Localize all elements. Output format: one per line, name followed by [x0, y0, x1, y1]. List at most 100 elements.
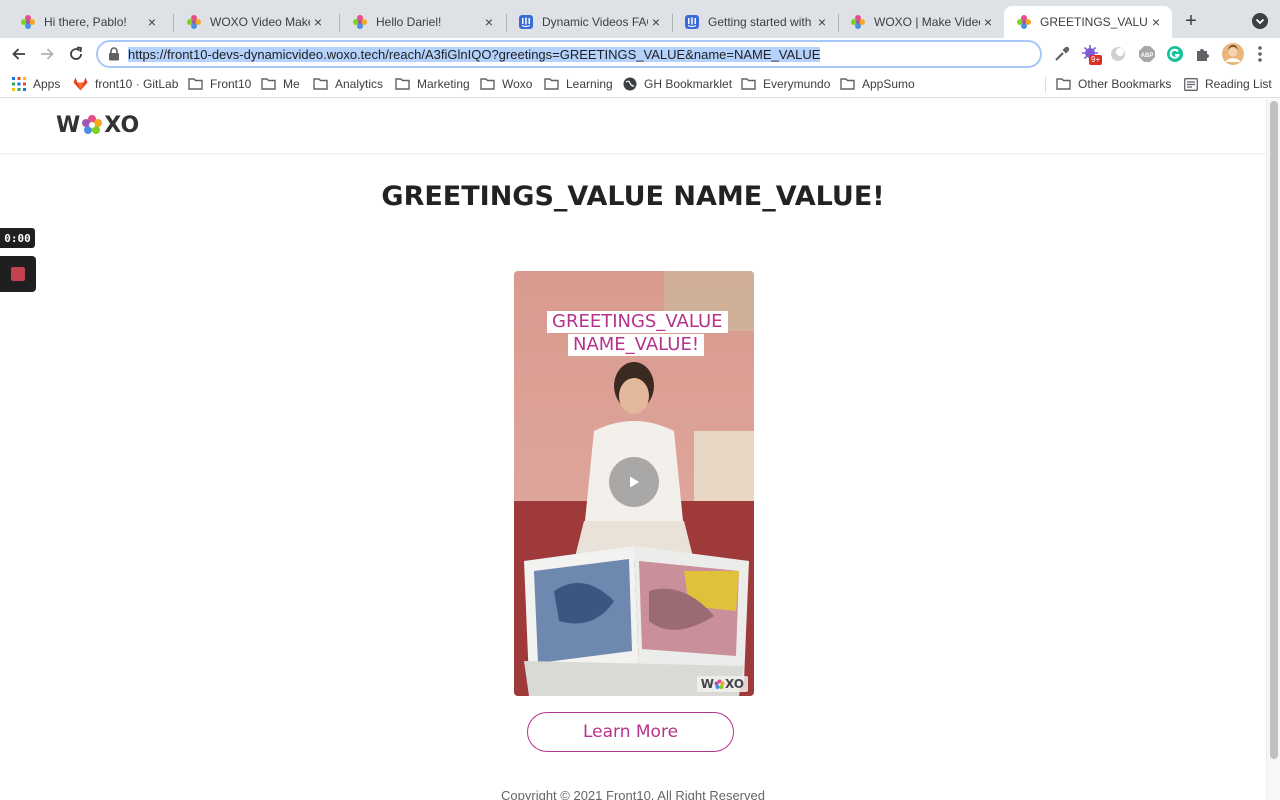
intercom-icon — [519, 15, 533, 29]
bookmark-front10[interactable]: Front10 — [188, 75, 251, 93]
intercom-icon — [685, 15, 699, 29]
watermark-text-right: XO — [724, 677, 744, 691]
logo-text-right: XO — [104, 112, 140, 138]
eyedropper-extension-icon[interactable] — [1053, 45, 1071, 63]
folder-icon — [313, 78, 328, 90]
bookmark-everymundo[interactable]: Everymundo — [741, 75, 830, 93]
page-title: GREETINGS_VALUE NAME_VALUE! — [381, 181, 885, 212]
bookmark-me[interactable]: Me — [261, 75, 300, 93]
bookmark-apps[interactable]: Apps — [12, 75, 60, 93]
tab-title: Hi there, Pablo! — [44, 15, 127, 29]
bookmark-label: AppSumo — [862, 77, 915, 91]
woxo-flower-icon — [1017, 15, 1031, 29]
extension-badge: 9+ — [1089, 55, 1103, 65]
folder-icon — [1056, 78, 1071, 90]
tab-dynamic-videos-faq[interactable]: Dynamic Videos FAQ × — [506, 6, 672, 38]
tab-strip: Hi there, Pablo! × WOXO Video Maker | × … — [0, 0, 1280, 38]
tab-woxo-make-videos[interactable]: WOXO | Make Videos × — [838, 6, 1004, 38]
browser-toolbar: https://front10-devs-dynamicvideo.woxo.t… — [0, 38, 1280, 70]
scrollbar-thumb[interactable] — [1270, 101, 1278, 759]
tab-woxo-video-maker[interactable]: WOXO Video Maker | × — [174, 6, 334, 38]
profile-avatar[interactable] — [1222, 43, 1244, 65]
bookmark-label: GH Bookmarklet — [644, 77, 733, 91]
close-tab-icon[interactable]: × — [980, 14, 996, 30]
bookmark-label: Me — [283, 77, 300, 91]
tab-greetings-active[interactable]: GREETINGS_VALUE N × — [1004, 6, 1172, 38]
close-tab-icon[interactable]: × — [481, 14, 497, 30]
forward-arrow-icon — [41, 48, 54, 60]
tab-search-icon[interactable] — [1250, 11, 1270, 31]
woxo-logo[interactable]: W XO — [56, 112, 139, 138]
apps-grid-icon — [12, 77, 26, 91]
bookmark-label: Learning — [566, 77, 613, 91]
bookmark-label: Front10 — [210, 77, 252, 91]
lock-icon[interactable] — [108, 47, 120, 61]
woxo-flower-icon — [714, 679, 725, 689]
bookmark-woxo[interactable]: Woxo — [480, 75, 532, 93]
folder-icon — [261, 78, 276, 90]
bookmark-analytics[interactable]: Analytics — [313, 75, 383, 93]
svg-text:ABP: ABP — [1141, 53, 1154, 59]
bookmark-other-bookmarks[interactable]: Other Bookmarks — [1056, 75, 1171, 93]
new-tab-button[interactable]: + — [1180, 10, 1202, 32]
bookmarks-divider — [1045, 77, 1046, 93]
gitlab-icon — [73, 77, 88, 91]
bookmark-label: Woxo — [502, 77, 533, 91]
grammarly-icon[interactable] — [1166, 45, 1184, 63]
bookmark-gitlab[interactable]: front10 · GitLab — [73, 75, 178, 93]
folder-icon — [741, 78, 756, 90]
footer-copyright: Copyright © 2021 Front10. All Right Rese… — [501, 788, 765, 800]
woxo-flower-icon — [851, 15, 865, 29]
bookmark-label: Reading List — [1205, 77, 1272, 91]
url-selection: https://front10-devs-dynamicvideo.woxo.t… — [128, 46, 821, 62]
back-button[interactable] — [7, 42, 31, 66]
tab-hi-there-pablo[interactable]: Hi there, Pablo! × — [8, 6, 168, 38]
tab-title: GREETINGS_VALUE N — [1040, 15, 1148, 29]
circle-extension-icon[interactable] — [1109, 45, 1127, 63]
close-tab-icon[interactable]: × — [648, 14, 664, 30]
folder-icon — [544, 78, 559, 90]
kebab-menu-icon[interactable] — [1252, 45, 1268, 63]
folder-icon — [840, 78, 855, 90]
url-text[interactable]: https://front10-devs-dynamicvideo.woxo.t… — [128, 46, 821, 62]
folder-icon — [480, 78, 495, 90]
adblock-icon[interactable]: ABP — [1138, 45, 1156, 63]
bookmark-gh-bookmarklet[interactable]: GH Bookmarklet — [623, 75, 732, 93]
page-scrollbar[interactable] — [1266, 99, 1280, 800]
bookmark-marketing[interactable]: Marketing — [395, 75, 470, 93]
tab-getting-started[interactable]: Getting started with D × — [672, 6, 838, 38]
puzzle-badge-extension[interactable]: 9+ — [1081, 44, 1103, 66]
video-player[interactable]: GREETINGS_VALUE NAME_VALUE! W XO — [514, 271, 754, 696]
bookmarks-bar: Apps front10 · GitLab Front10 Me Analyti… — [0, 70, 1280, 98]
bookmark-label: Apps — [33, 77, 61, 91]
learn-more-button[interactable]: Learn More — [527, 712, 734, 752]
tab-hello-dariel[interactable]: Hello Dariel! × — [340, 6, 505, 38]
stop-icon — [11, 267, 25, 281]
recording-timer: 0:00 — [0, 228, 35, 248]
bookmark-label: Other Bookmarks — [1078, 77, 1172, 91]
video-watermark: W XO — [696, 676, 748, 692]
extensions-puzzle-icon[interactable] — [1194, 45, 1212, 63]
close-tab-icon[interactable]: × — [310, 14, 326, 30]
tab-title: WOXO | Make Videos — [874, 15, 980, 29]
bookmark-label: Marketing — [417, 77, 470, 91]
logo-text-left: W — [56, 112, 81, 138]
play-icon — [630, 476, 639, 488]
bookmark-appsumo[interactable]: AppSumo — [840, 75, 915, 93]
folder-icon — [188, 78, 203, 90]
bookmark-learning[interactable]: Learning — [544, 75, 613, 93]
tab-title: Getting started with D — [708, 15, 814, 29]
bookmark-label: Analytics — [335, 77, 384, 91]
reload-icon — [70, 46, 83, 60]
reading-list-button[interactable]: Reading List — [1184, 75, 1272, 93]
bookmark-label: Everymundo — [763, 77, 831, 91]
address-bar[interactable]: https://front10-devs-dynamicvideo.woxo.t… — [96, 40, 1042, 68]
stop-recording-button[interactable] — [0, 256, 36, 292]
close-tab-icon[interactable]: × — [1148, 14, 1164, 30]
close-tab-icon[interactable]: × — [144, 14, 160, 30]
reload-button[interactable] — [64, 42, 88, 66]
play-button[interactable] — [609, 457, 659, 507]
close-tab-icon[interactable]: × — [814, 14, 830, 30]
forward-button[interactable] — [35, 42, 59, 66]
tab-title: WOXO Video Maker | — [210, 15, 310, 29]
